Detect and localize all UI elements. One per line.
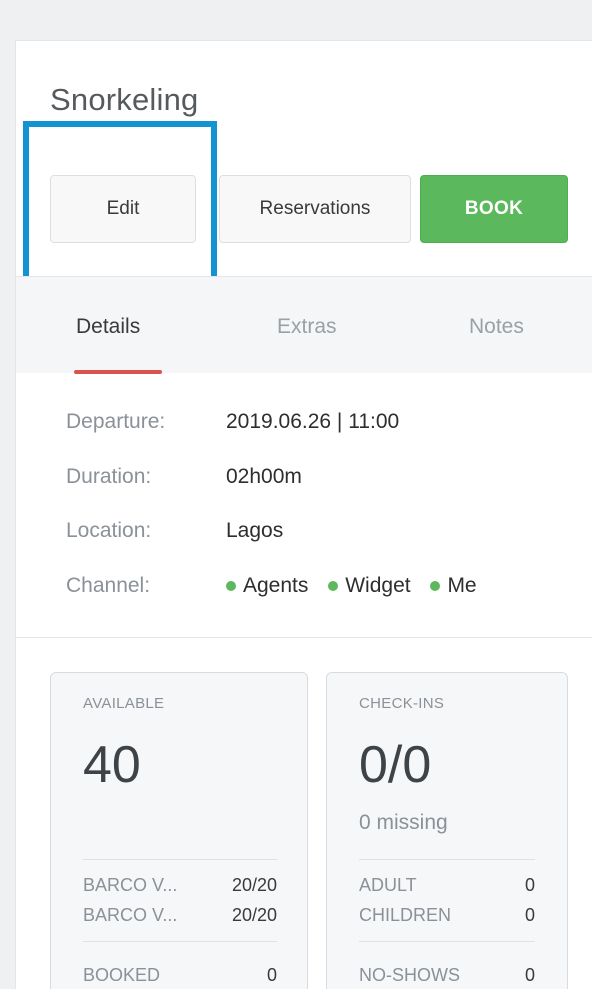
adult-row: ADULT 0 bbox=[359, 875, 535, 896]
boat-label: BARCO V... bbox=[83, 905, 178, 925]
location-value: Lagos bbox=[226, 519, 284, 542]
page-title: Snorkeling bbox=[50, 82, 199, 117]
channel-me: Me bbox=[430, 574, 477, 598]
top-strip bbox=[0, 0, 592, 40]
card-divider bbox=[83, 859, 277, 860]
checkins-label: CHECK-INS bbox=[359, 695, 445, 712]
boat-capacity: 20/20 bbox=[231, 875, 277, 895]
left-strip bbox=[0, 0, 15, 989]
tab-bar: Details Extras Notes bbox=[16, 276, 592, 374]
boat-capacity: 20/20 bbox=[231, 905, 277, 925]
available-value: 40 bbox=[83, 736, 141, 794]
children-label: CHILDREN bbox=[359, 905, 452, 925]
children-value: 0 bbox=[524, 905, 535, 925]
noshows-label: NO-SHOWS bbox=[359, 965, 460, 985]
card-divider bbox=[359, 859, 535, 860]
departure-row: Departure: 2019.06.26 | 11:00 bbox=[66, 410, 399, 434]
departure-label: Departure: bbox=[66, 410, 166, 433]
section-divider bbox=[16, 637, 592, 638]
tab-notes[interactable]: Notes bbox=[469, 315, 524, 339]
boat-label: BARCO V... bbox=[83, 875, 178, 895]
adult-value: 0 bbox=[524, 875, 535, 895]
channel-label-agents: Agents bbox=[243, 574, 309, 597]
duration-row: Duration: 02h00m bbox=[66, 465, 302, 489]
boat-row: BARCO V... 20/20 bbox=[83, 905, 277, 926]
card-divider bbox=[83, 941, 277, 942]
adult-label: ADULT bbox=[359, 875, 417, 895]
channel-agents: Agents bbox=[226, 574, 308, 598]
booked-value: 0 bbox=[266, 965, 277, 985]
channel-list: Agents Widget Me bbox=[226, 573, 491, 598]
boat-row: BARCO V... 20/20 bbox=[83, 875, 277, 896]
tab-extras[interactable]: Extras bbox=[277, 315, 337, 339]
duration-label: Duration: bbox=[66, 465, 152, 488]
booked-label: BOOKED bbox=[83, 965, 161, 985]
tab-details[interactable]: Details bbox=[76, 315, 140, 339]
checkins-card: CHECK-INS 0/0 0 missing ADULT 0 CHILDREN… bbox=[326, 672, 568, 989]
status-dot-icon bbox=[328, 581, 339, 591]
available-label: AVAILABLE bbox=[83, 695, 165, 712]
channel-label-widget: Widget bbox=[345, 574, 411, 597]
children-row: CHILDREN 0 bbox=[359, 905, 535, 926]
book-button[interactable]: BOOK bbox=[420, 175, 568, 243]
available-card: AVAILABLE 40 BARCO V... 20/20 BARCO V...… bbox=[50, 672, 308, 989]
duration-value: 02h00m bbox=[226, 465, 302, 488]
departure-value: 2019.06.26 | 11:00 bbox=[226, 410, 400, 433]
reservations-button[interactable]: Reservations bbox=[219, 175, 411, 243]
edit-button[interactable]: Edit bbox=[50, 175, 196, 243]
checkins-value: 0/0 bbox=[359, 736, 432, 794]
location-label: Location: bbox=[66, 519, 152, 542]
channel-widget: Widget bbox=[328, 574, 411, 598]
channel-label-me: Me bbox=[447, 574, 477, 597]
card-divider bbox=[359, 941, 535, 942]
active-tab-indicator bbox=[74, 370, 162, 374]
noshows-value: 0 bbox=[524, 965, 535, 985]
booked-row: BOOKED 0 bbox=[83, 965, 277, 986]
noshows-row: NO-SHOWS 0 bbox=[359, 965, 535, 986]
status-dot-icon bbox=[226, 581, 236, 591]
channel-label: Channel: bbox=[66, 573, 151, 597]
status-dot-icon bbox=[430, 581, 441, 591]
channel-row: Channel: Agents Widget Me bbox=[66, 573, 491, 598]
location-row: Location: Lagos bbox=[66, 519, 283, 543]
missing-count: 0 missing bbox=[359, 811, 448, 834]
